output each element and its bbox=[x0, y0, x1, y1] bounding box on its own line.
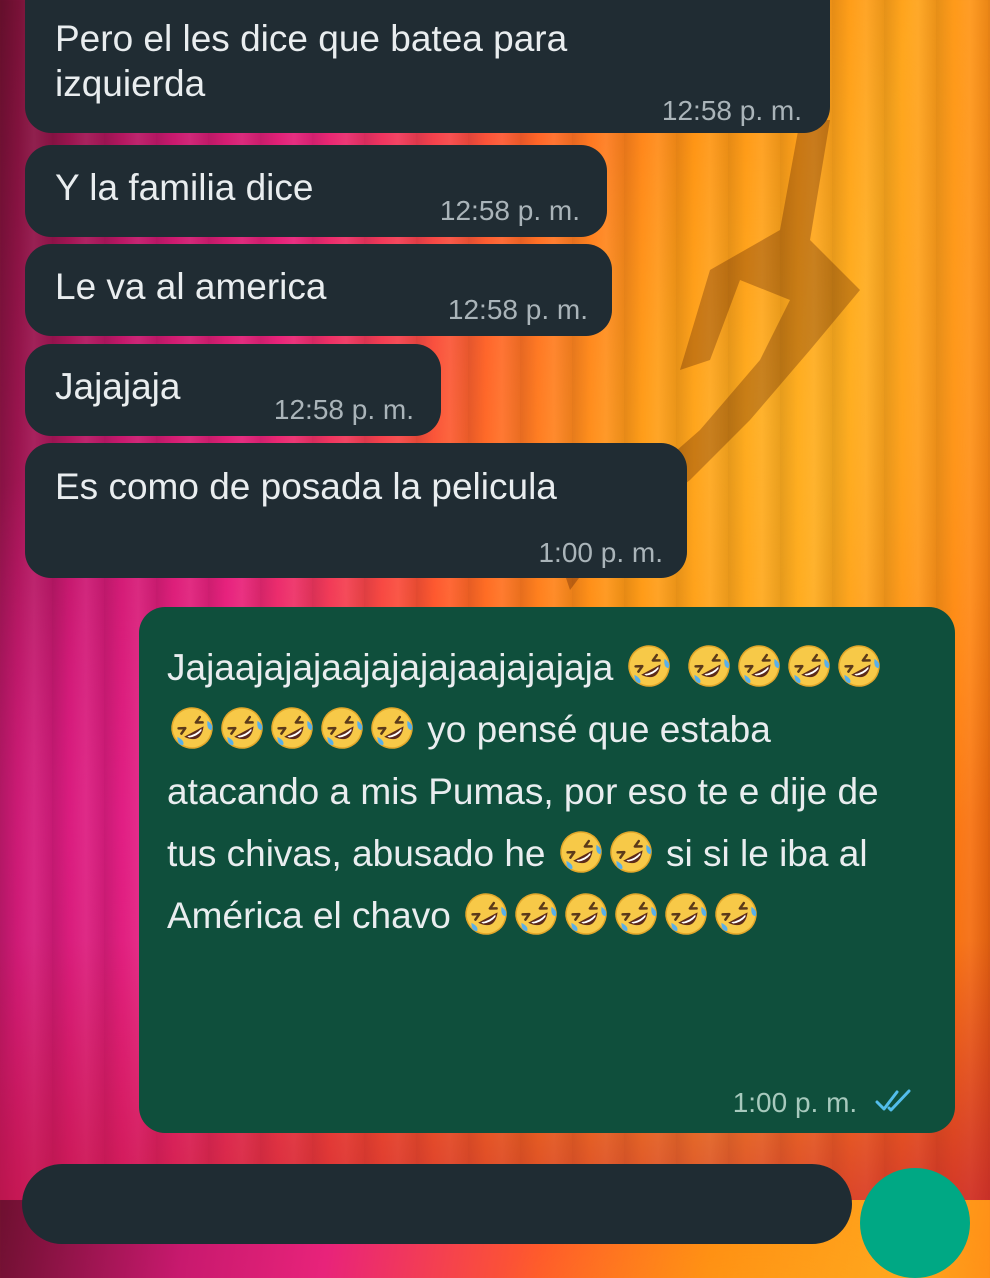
rolling-laughing-emoji-icon bbox=[838, 645, 880, 687]
emoji-group bbox=[461, 893, 761, 936]
rolling-laughing-emoji-icon bbox=[615, 893, 657, 935]
message-bubble-outgoing[interactable]: Jajaajajajaajajajajaajajajaja yo pensé q… bbox=[139, 607, 955, 1133]
message-time: 1:00 p. m. bbox=[732, 1087, 858, 1118]
message-time: 12:58 p. m. bbox=[447, 294, 588, 325]
rolling-laughing-emoji-icon bbox=[271, 707, 313, 749]
message-bubble-incoming[interactable]: Y la familia dice 12:58 p. m. bbox=[25, 145, 607, 237]
message-text: Le va al america bbox=[55, 266, 327, 307]
message-text: Pero el les dice que batea para izquierd… bbox=[55, 18, 568, 104]
message-text: Y la familia dice bbox=[55, 167, 314, 208]
rolling-laughing-emoji-icon bbox=[610, 831, 652, 873]
emoji-group bbox=[624, 645, 674, 688]
message-time: 1:00 p. m. bbox=[538, 537, 663, 568]
rolling-laughing-emoji-icon bbox=[221, 707, 263, 749]
rolling-laughing-emoji-icon bbox=[565, 893, 607, 935]
rolling-laughing-emoji-icon bbox=[371, 707, 413, 749]
message-text-segment: Jajaajajajaajajajajaajajajaja bbox=[167, 647, 614, 688]
message-bubble-incoming[interactable]: Jajajaja 12:58 p. m. bbox=[25, 344, 441, 436]
rolling-laughing-emoji-icon bbox=[171, 707, 213, 749]
message-bubble-incoming[interactable]: Le va al america 12:58 p. m. bbox=[25, 244, 612, 336]
rolling-laughing-emoji-icon bbox=[515, 893, 557, 935]
rolling-laughing-emoji-icon bbox=[788, 645, 830, 687]
rolling-laughing-emoji-icon bbox=[665, 893, 707, 935]
emoji-group bbox=[556, 831, 656, 874]
rolling-laughing-emoji-icon bbox=[688, 645, 730, 687]
message-input-bar[interactable] bbox=[22, 1164, 852, 1244]
rolling-laughing-emoji-icon bbox=[465, 893, 507, 935]
rolling-laughing-emoji-icon bbox=[560, 831, 602, 873]
message-text: Jajaajajajaajajajajaajajajaja yo pensé q… bbox=[167, 637, 917, 947]
rolling-laughing-emoji-icon bbox=[321, 707, 363, 749]
double-check-icon bbox=[875, 1089, 911, 1112]
message-time: 12:58 p. m. bbox=[661, 95, 802, 126]
message-meta: 1:00 p. m. bbox=[733, 1087, 915, 1119]
message-text: Jajajaja bbox=[55, 366, 181, 407]
rolling-laughing-emoji-icon bbox=[627, 645, 670, 687]
message-text: Es como de posada la pelicula bbox=[55, 466, 557, 507]
rolling-laughing-emoji-icon bbox=[738, 645, 780, 687]
mic-button[interactable] bbox=[860, 1168, 970, 1278]
message-time: 12:58 p. m. bbox=[273, 394, 414, 425]
rolling-laughing-emoji-icon bbox=[715, 893, 757, 935]
message-bubble-incoming[interactable]: Pero el les dice que batea para izquierd… bbox=[25, 0, 830, 133]
message-time: 12:58 p. m. bbox=[439, 195, 580, 226]
message-bubble-incoming[interactable]: Es como de posada la pelicula 1:00 p. m. bbox=[25, 443, 687, 578]
